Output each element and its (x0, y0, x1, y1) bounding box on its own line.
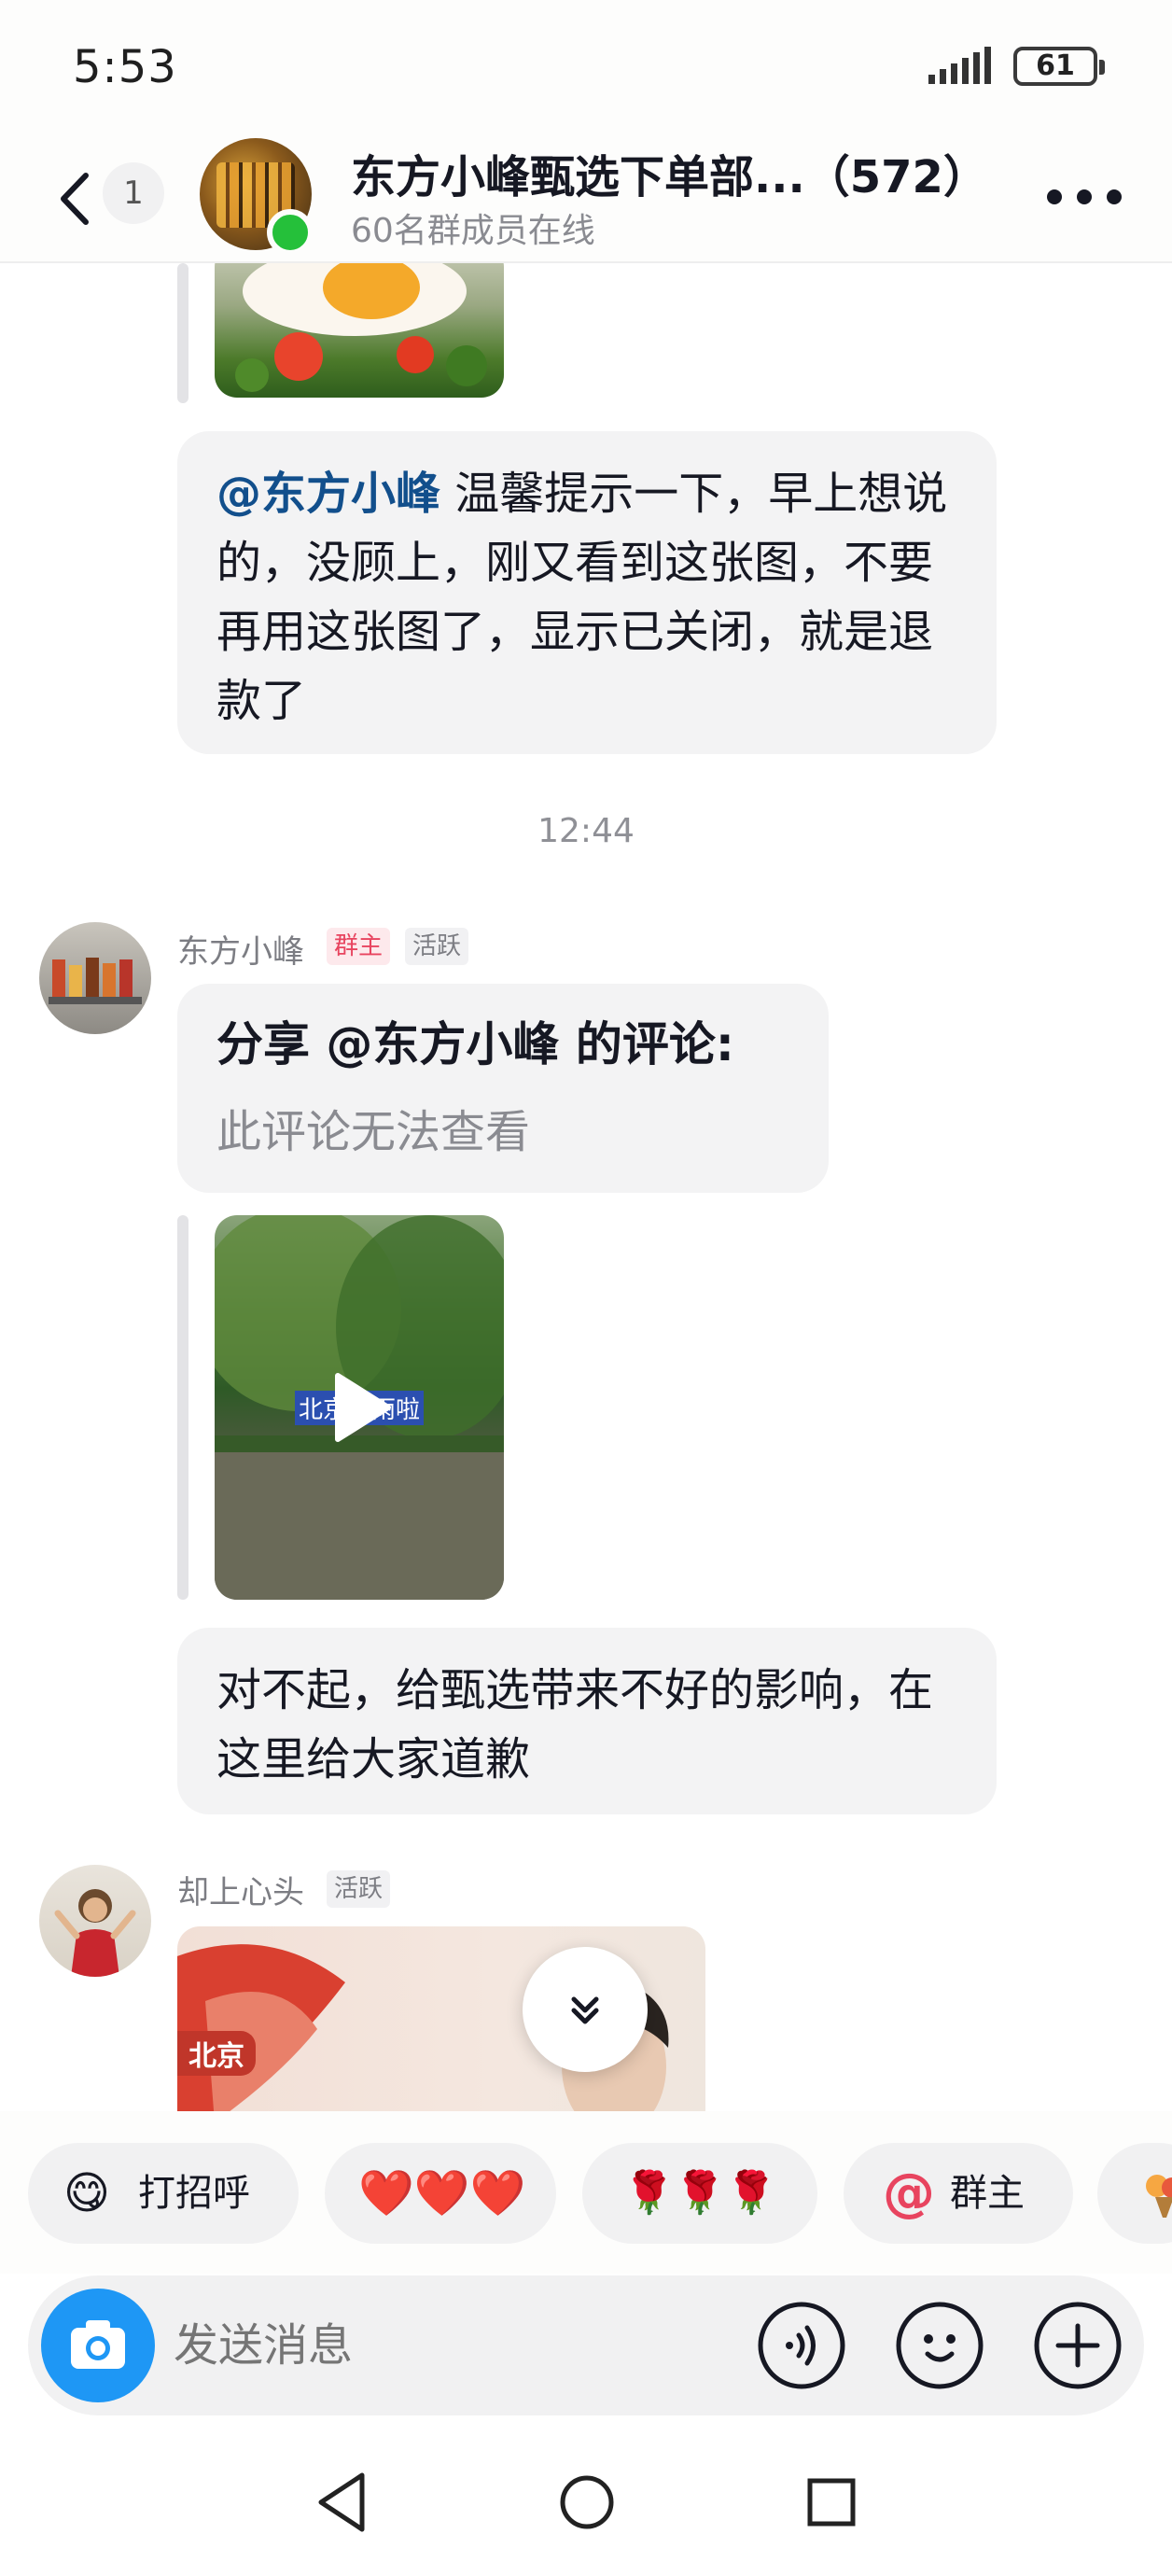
play-icon[interactable] (328, 1370, 394, 1445)
avatar-sender-1[interactable] (39, 922, 151, 1034)
unread-count-badge[interactable]: 1 (103, 162, 164, 224)
roses-emoji-icon: 🌹🌹🌹 (623, 2169, 777, 2217)
image-label: 北京 (177, 2031, 256, 2076)
quote-bar (177, 1215, 188, 1600)
egg-salad-image[interactable] (215, 263, 504, 398)
chat-header: 1 东方小峰甄选下单部...（572） 60名群成员在线 (0, 131, 1172, 263)
signal-icon (928, 47, 991, 84)
status-time: 5:53 (73, 41, 177, 93)
nav-back-icon[interactable] (300, 2460, 384, 2544)
fried-egg-icon (235, 263, 487, 392)
plus-icon[interactable] (1032, 2300, 1123, 2391)
online-indicator (267, 209, 314, 256)
nav-home-icon[interactable] (545, 2460, 629, 2544)
battery-level: 61 (1036, 49, 1075, 82)
group-name[interactable]: 东方小峰甄选下单部...（572） (351, 140, 988, 205)
camera-button[interactable] (41, 2289, 155, 2402)
nav-recents-icon[interactable] (789, 2460, 873, 2544)
quote-bar (177, 263, 188, 403)
activity-tag: 活跃 (327, 1870, 391, 1908)
shared-comment-card[interactable]: 分享 @东方小峰 的评论: 此评论无法查看 (177, 984, 829, 1193)
status-bar: 5:53 61 (0, 0, 1172, 131)
online-member-count: 60名群成员在线 (351, 212, 595, 250)
quick-reply-hearts[interactable]: ❤️❤️❤️ (325, 2143, 556, 2244)
video-thumbnail[interactable]: 北京下雨啦 (215, 1215, 504, 1600)
avatar-sender-2[interactable] (39, 1865, 151, 1977)
scroll-to-bottom-button[interactable] (523, 1947, 648, 2072)
child-photo-icon (54, 1889, 136, 1977)
quick-reply-label: 打招呼 (138, 2172, 250, 2215)
message-input[interactable] (174, 2275, 733, 2415)
owner-tag: 群主 (327, 928, 391, 965)
system-navigation-bar (0, 2427, 1172, 2576)
at-icon: @ (883, 2163, 935, 2223)
sender-name[interactable]: 却上心头 (177, 1867, 304, 1912)
smile-emoji-icon: 😋 (63, 2167, 111, 2219)
quick-reply-label: 群主 (950, 2172, 1025, 2215)
quick-reply-more[interactable] (1097, 2143, 1172, 2244)
quick-reply-bar[interactable]: 😋 打招呼 ❤️❤️❤️ 🌹🌹🌹 @ 群主 (0, 2111, 1172, 2274)
double-chevron-down-icon (571, 1996, 599, 2024)
more-options-icon[interactable] (1047, 183, 1122, 211)
mention-link[interactable]: @东方小峰 (216, 468, 440, 520)
sender-name[interactable]: 东方小峰 (177, 926, 304, 972)
back-arrow-icon[interactable] (49, 166, 105, 231)
shared-comment-title: 分享 @东方小峰 的评论: (216, 1017, 734, 1071)
emoji-icon[interactable] (894, 2300, 985, 2391)
quick-reply-roses[interactable]: 🌹🌹🌹 (582, 2143, 817, 2244)
message-input-bar (28, 2275, 1144, 2415)
product-shelf-icon (49, 958, 142, 1004)
voice-icon[interactable] (756, 2300, 847, 2391)
shared-comment-subtitle: 此评论无法查看 (216, 1106, 531, 1158)
bouquet-emoji-icon (1146, 2175, 1172, 2218)
message-text: 对不起，给甄选带来不好的影响，在这里给大家道歉 (216, 1664, 934, 1785)
battery-icon: 61 (1013, 47, 1105, 86)
message-bubble-apology[interactable]: 对不起，给甄选带来不好的影响，在这里给大家道歉 (177, 1628, 997, 1814)
message-bubble-tip[interactable]: @东方小峰 温馨提示一下，早上想说的，没顾上，刚又看到这张图，不要再用这张图了，… (177, 431, 997, 754)
activity-tag: 活跃 (405, 928, 469, 965)
hearts-emoji-icon: ❤️❤️❤️ (358, 2167, 526, 2219)
quick-reply-mention-owner[interactable]: @ 群主 (844, 2143, 1073, 2244)
time-separator: 12:44 (537, 812, 635, 850)
camera-icon (71, 2320, 125, 2369)
chat-messages[interactable]: @东方小峰 温馨提示一下，早上想说的，没顾上，刚又看到这张图，不要再用这张图了，… (0, 263, 1172, 2111)
quick-reply-greeting[interactable]: 😋 打招呼 (28, 2143, 299, 2244)
